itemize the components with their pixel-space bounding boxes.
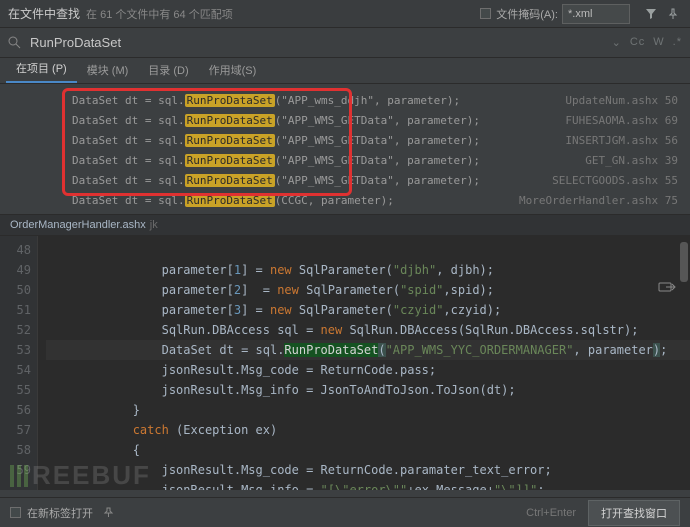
match-highlight: RunProDataSet bbox=[185, 194, 275, 207]
result-location: FUHESAOMA.ashx 69 bbox=[565, 114, 678, 127]
result-row[interactable]: DataSet dt = sql.RunProDataSet("APP_WMS_… bbox=[0, 110, 690, 130]
open-new-tab-checkbox[interactable] bbox=[10, 507, 21, 518]
scope-tabs: 在项目 (P) 模块 (M) 目录 (D) 作用域(S) bbox=[0, 58, 690, 84]
tab-directory[interactable]: 目录 (D) bbox=[138, 57, 198, 83]
file-mask-checkbox[interactable] bbox=[480, 8, 491, 19]
result-location: INSERTJGM.ashx 56 bbox=[565, 134, 678, 147]
footer: 在新标签打开 Ctrl+Enter 打开查找窗口 bbox=[0, 497, 690, 527]
result-location: UpdateNum.ashx 50 bbox=[565, 94, 678, 107]
search-options: ⌄ Cc W .* bbox=[612, 36, 682, 49]
header-subtitle: 在 61 个文件中有 64 个匹配项 bbox=[86, 6, 233, 22]
code-preview[interactable]: 484950515253545556575859 parameter[1] = … bbox=[0, 236, 690, 490]
line-gutter: 484950515253545556575859 bbox=[0, 236, 38, 490]
code-area[interactable]: parameter[1] = new SqlParameter("djbh", … bbox=[38, 236, 690, 490]
find-header: 在文件中查找 在 61 个文件中有 64 个匹配项 文件掩码(A): bbox=[0, 0, 690, 28]
result-location: GET_GN.ashx 39 bbox=[585, 154, 678, 167]
preview-file-strip: OrderManagerHandler.ashx jk bbox=[0, 214, 690, 236]
search-icon bbox=[8, 36, 24, 49]
pin-icon[interactable] bbox=[664, 5, 682, 23]
match-highlight: RunProDataSet bbox=[185, 114, 275, 127]
preview-suffix: jk bbox=[150, 219, 158, 231]
results-list: DataSet dt = sql.RunProDataSet("APP_wms_… bbox=[0, 84, 690, 214]
result-location: SELECTGOODS.ashx 55 bbox=[552, 174, 678, 187]
result-row[interactable]: DataSet dt = sql.RunProDataSet("APP_WMS_… bbox=[0, 130, 690, 150]
preview-filename: OrderManagerHandler.ashx bbox=[10, 219, 146, 231]
open-find-window-button[interactable]: 打开查找窗口 bbox=[588, 500, 680, 526]
match-highlight: RunProDataSet bbox=[185, 94, 275, 107]
tab-module[interactable]: 模块 (M) bbox=[77, 57, 139, 83]
match-highlight: RunProDataSet bbox=[185, 134, 275, 147]
result-row[interactable]: DataSet dt = sql.RunProDataSet("APP_WMS_… bbox=[0, 150, 690, 170]
result-row[interactable]: DataSet dt = sql.RunProDataSet("APP_wms_… bbox=[0, 90, 690, 110]
regex-toggle[interactable]: .* bbox=[673, 36, 682, 49]
file-mask-input[interactable] bbox=[562, 4, 630, 24]
scrollbar-thumb[interactable] bbox=[680, 242, 688, 282]
pin-results-icon[interactable] bbox=[103, 507, 114, 518]
tab-project[interactable]: 在项目 (P) bbox=[6, 55, 77, 83]
result-row[interactable]: DataSet dt = sql.RunProDataSet("APP_WMS_… bbox=[0, 170, 690, 190]
header-title: 在文件中查找 bbox=[8, 5, 80, 22]
match-highlight: RunProDataSet bbox=[185, 154, 275, 167]
match-case-toggle[interactable]: Cc bbox=[630, 36, 645, 49]
result-row[interactable]: DataSet dt = sql.RunProDataSet(CCGC, par… bbox=[0, 190, 690, 210]
shortcut-hint: Ctrl+Enter bbox=[526, 507, 576, 519]
whole-word-toggle[interactable]: W bbox=[653, 36, 664, 49]
open-new-tab-label: 在新标签打开 bbox=[27, 505, 93, 521]
tab-scope[interactable]: 作用域(S) bbox=[199, 57, 267, 83]
watermark: REEBUF bbox=[10, 460, 151, 491]
history-icon[interactable]: ⌄ bbox=[612, 36, 622, 49]
search-input[interactable] bbox=[30, 35, 612, 50]
navigate-icon[interactable] bbox=[658, 280, 678, 296]
result-location: MoreOrderHandler.ashx 75 bbox=[519, 194, 678, 207]
match-highlight: RunProDataSet bbox=[185, 174, 275, 187]
filter-icon[interactable] bbox=[642, 5, 660, 23]
file-mask-label: 文件掩码(A): bbox=[496, 6, 558, 22]
search-row: ⌄ Cc W .* bbox=[0, 28, 690, 58]
